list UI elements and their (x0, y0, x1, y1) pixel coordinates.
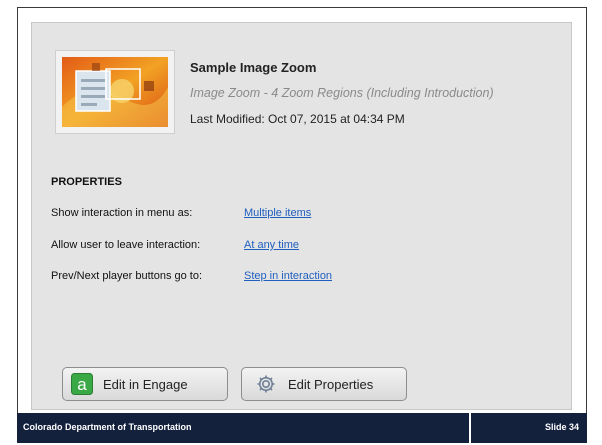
property-link-prev-next[interactable]: Step in interaction (244, 270, 332, 282)
edit-properties-button[interactable]: Edit Properties (241, 367, 407, 401)
property-label-leave: Allow user to leave interaction: (51, 239, 201, 251)
footer-slide-number: Slide 34 (544, 422, 579, 432)
property-link-leave[interactable]: At any time (244, 239, 299, 251)
gear-icon (256, 374, 276, 394)
edit-in-engage-button[interactable]: a Edit in Engage (62, 367, 228, 401)
properties-heading: PROPERTIES (51, 176, 122, 188)
thumbnail (55, 50, 175, 134)
property-label-prev-next: Prev/Next player buttons go to: (51, 270, 203, 282)
image-zoom-thumbnail-icon (62, 57, 168, 127)
slide-footer: Colorado Department of Transportation Sl… (17, 413, 587, 443)
last-modified: Last Modified: Oct 07, 2015 at 04:34 PM (190, 112, 405, 126)
footer-organization: Colorado Department of Transportation (23, 422, 192, 432)
item-subtitle: Image Zoom - 4 Zoom Regions (Including I… (190, 86, 494, 100)
engage-a-icon: a (71, 373, 93, 395)
svg-text:a: a (77, 375, 87, 394)
property-label-menu: Show interaction in menu as: (51, 207, 193, 219)
edit-properties-label: Edit Properties (288, 376, 374, 392)
footer-divider (469, 413, 471, 443)
property-link-menu[interactable]: Multiple items (244, 207, 311, 219)
edit-in-engage-label: Edit in Engage (103, 376, 188, 392)
item-title: Sample Image Zoom (190, 60, 317, 75)
